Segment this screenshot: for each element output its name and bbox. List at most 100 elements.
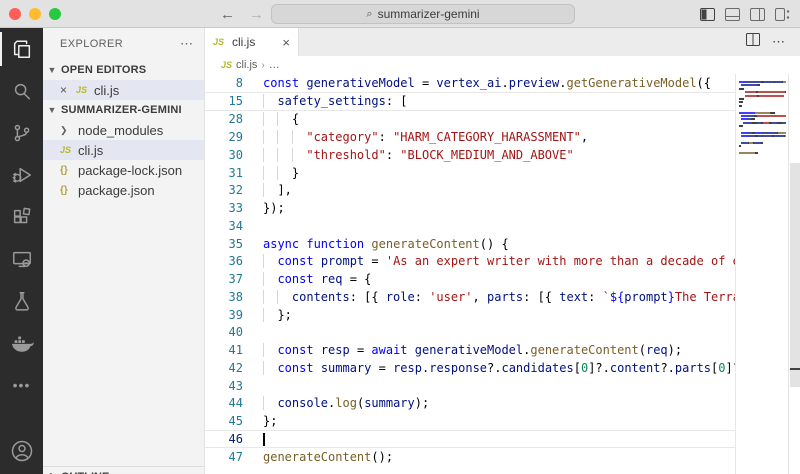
extensions-icon[interactable] xyxy=(0,196,43,238)
line-number[interactable]: 44 xyxy=(205,396,263,410)
indent-guide xyxy=(277,147,279,162)
close-tab-icon[interactable]: × xyxy=(282,35,290,50)
line-number[interactable]: 40 xyxy=(205,325,263,339)
file-tree-item-package-lock.json[interactable]: {} package-lock.json xyxy=(43,160,204,180)
run-debug-icon[interactable] xyxy=(0,154,43,196)
line-number[interactable]: 43 xyxy=(205,379,263,393)
close-editor-icon[interactable]: × xyxy=(60,83,72,97)
line-number[interactable]: 39 xyxy=(205,308,263,322)
code-line[interactable]: 29 "category": "HARM_CATEGORY_HARASSMENT… xyxy=(205,128,735,146)
code-line[interactable]: 41 const resp = await generativeModel.ge… xyxy=(205,341,735,359)
line-number[interactable]: 46 xyxy=(205,432,263,446)
close-window-button[interactable] xyxy=(9,7,21,20)
line-number[interactable]: 38 xyxy=(205,290,263,304)
code-line[interactable]: 43 xyxy=(205,377,735,395)
file-tree-item-node_modules[interactable]: ❯ node_modules xyxy=(43,120,204,140)
line-number[interactable]: 31 xyxy=(205,166,263,180)
explorer-icon[interactable] xyxy=(0,28,43,70)
docker-icon[interactable] xyxy=(0,322,43,364)
title-bar: ← → ⌕ summarizer-gemini xyxy=(0,0,800,28)
code-line[interactable]: 33}); xyxy=(205,199,735,217)
code-line[interactable]: 8 const generativeModel = vertex_ai.previ… xyxy=(205,75,735,93)
file-label: cli.js xyxy=(94,82,120,98)
editor-more-actions-icon[interactable]: ⋯ xyxy=(772,34,786,50)
source-control-icon[interactable] xyxy=(0,112,43,154)
navigate-back-button[interactable]: ← xyxy=(220,6,235,23)
file-tree-item-package.json[interactable]: {} package.json xyxy=(43,180,204,200)
indent-guide xyxy=(263,254,264,269)
code-line[interactable]: 45}; xyxy=(205,412,735,430)
js-file-icon: JS xyxy=(221,60,233,70)
chevron-right-icon: ❯ xyxy=(60,124,68,135)
code-line[interactable]: 37 const req = { xyxy=(205,270,735,288)
line-number[interactable]: 30 xyxy=(205,148,263,162)
toggle-panel-icon[interactable] xyxy=(725,7,740,21)
split-editor-icon[interactable] xyxy=(746,33,760,51)
code-line[interactable]: 47 generateContent(); xyxy=(205,448,735,466)
open-editors-section-header[interactable]: ▼ OPEN EDITORS xyxy=(43,60,204,80)
line-number[interactable]: 15 xyxy=(205,94,263,108)
code-line[interactable]: 32 ], xyxy=(205,182,735,200)
explorer-more-actions-icon[interactable]: ⋯ xyxy=(180,36,194,52)
scrollbar-slider[interactable] xyxy=(790,163,800,387)
toggle-secondary-sidebar-icon[interactable] xyxy=(750,7,765,21)
open-editor-item-cli.js[interactable]: × JS cli.js xyxy=(43,80,204,100)
workspace-section-header[interactable]: ▼ SUMMARIZER-GEMINI xyxy=(43,100,204,120)
indent-guide xyxy=(277,289,279,304)
vertical-scrollbar[interactable] xyxy=(788,74,800,474)
navigate-forward-button[interactable]: → xyxy=(249,6,264,23)
line-number[interactable]: 47 xyxy=(205,450,263,464)
line-number[interactable]: 33 xyxy=(205,201,263,215)
remote-explorer-icon[interactable] xyxy=(0,238,43,280)
line-number[interactable]: 42 xyxy=(205,361,263,375)
line-number[interactable]: 41 xyxy=(205,343,263,357)
code-line[interactable]: 28 { xyxy=(205,111,735,129)
code-line[interactable]: 46 xyxy=(205,430,735,448)
search-icon[interactable] xyxy=(0,70,43,112)
line-number[interactable]: 28 xyxy=(205,112,263,126)
zoom-window-button[interactable] xyxy=(49,7,61,20)
code-line[interactable]: 15 safety_settings: [ xyxy=(205,93,735,111)
account-icon[interactable] xyxy=(0,430,43,472)
line-number[interactable]: 37 xyxy=(205,272,263,286)
code-editor[interactable]: 8 const generativeModel = vertex_ai.previ… xyxy=(205,74,735,474)
outline-section-header[interactable]: ❯ OUTLINE xyxy=(43,466,204,474)
code-line[interactable]: 40 xyxy=(205,324,735,342)
code-line-text: }; xyxy=(263,414,278,429)
toggle-primary-sidebar-icon[interactable] xyxy=(700,7,715,21)
line-number[interactable]: 45 xyxy=(205,414,263,428)
line-number[interactable]: 36 xyxy=(205,254,263,268)
code-line[interactable]: 31 } xyxy=(205,164,735,182)
line-number[interactable]: 32 xyxy=(205,183,263,197)
code-line[interactable]: 36 const prompt = 'As an expert writer w… xyxy=(205,253,735,271)
testing-icon[interactable] xyxy=(0,280,43,322)
line-number[interactable]: 29 xyxy=(205,130,263,144)
code-line[interactable]: 34 xyxy=(205,217,735,235)
code-line[interactable]: 30 "threshold": "BLOCK_MEDIUM_AND_ABOVE" xyxy=(205,146,735,164)
code-line[interactable]: 35 async function generateContent() { xyxy=(205,235,735,253)
code-line-text: async function generateContent() { xyxy=(263,236,509,251)
tab-cli-js[interactable]: JS cli.js × xyxy=(205,28,299,56)
breadcrumb[interactable]: JS cli.js › … xyxy=(205,56,800,74)
customize-layout-icon[interactable] xyxy=(775,7,790,21)
line-number[interactable]: 35 xyxy=(205,237,263,251)
more-views-icon[interactable]: ••• xyxy=(0,364,43,406)
code-line-text: "threshold": "BLOCK_MEDIUM_AND_ABOVE" xyxy=(263,147,735,162)
code-line-text: console.log(summary); xyxy=(263,396,735,411)
editor-group: JS cli.js × ⋯ JS cli.js › … 8 const gener… xyxy=(205,28,800,474)
code-line-text: ], xyxy=(263,183,292,198)
code-line[interactable]: 39 }; xyxy=(205,306,735,324)
file-tree-item-cli.js[interactable]: JS cli.js xyxy=(43,140,204,160)
code-line[interactable]: 44 console.log(summary); xyxy=(205,395,735,413)
minimap[interactable] xyxy=(735,74,788,474)
search-text: summarizer-gemini xyxy=(377,7,480,21)
minimize-window-button[interactable] xyxy=(29,7,41,20)
file-label: node_modules xyxy=(78,122,164,138)
code-line-text: }); xyxy=(263,201,285,216)
line-number[interactable]: 8 xyxy=(205,76,263,90)
line-number[interactable]: 34 xyxy=(205,219,263,233)
code-line-text: }; xyxy=(263,307,292,322)
code-line[interactable]: 38 contents: [{ role: 'user', parts: [{ … xyxy=(205,288,735,306)
command-center-search[interactable]: ⌕ summarizer-gemini xyxy=(271,4,575,24)
code-line[interactable]: 42 const summary = resp.response?.candid… xyxy=(205,359,735,377)
